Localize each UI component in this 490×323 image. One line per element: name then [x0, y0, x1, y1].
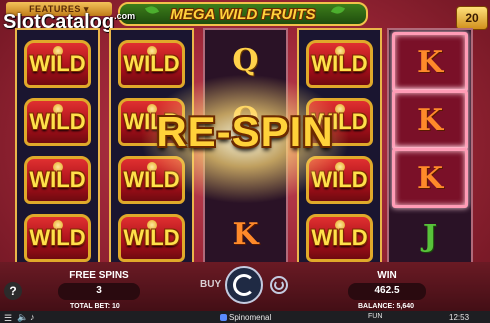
help-button[interactable]: ? [4, 282, 22, 300]
spin-button[interactable] [225, 266, 263, 304]
game-logo: MEGA WILD FRUITS [118, 2, 368, 26]
symbol-j: J [392, 208, 468, 264]
watermark-suffix: .com [114, 11, 136, 21]
clock: 12:53 [449, 313, 470, 322]
symbol-letter: K [232, 216, 259, 252]
balance: BALANCE: 5,640 [358, 303, 415, 310]
game-screen: FEATURES ▾ MEGA WILD FRUITS SlotCatalog.… [0, 0, 490, 323]
wild-label: WILD [29, 167, 86, 192]
respin-banner: RE-SPIN [156, 108, 334, 155]
provider-brand: Spinomenal [220, 313, 271, 322]
free-spins-counter: 3 [58, 283, 140, 300]
buy-button[interactable]: BUY [200, 279, 221, 290]
symbol-k: K [392, 150, 468, 206]
win-display: 462.5 [348, 283, 426, 300]
wild-label: WILD [123, 225, 180, 250]
free-spins-label: FREE SPINS [69, 270, 129, 281]
free-spins-value: 3 [96, 285, 102, 296]
wild-symbol: WILD [302, 210, 377, 266]
wild-label: WILD [311, 225, 368, 250]
win-value: 462.5 [374, 285, 400, 296]
autoplay-button[interactable] [270, 276, 288, 294]
menu-icon[interactable]: ☰ [4, 313, 12, 323]
symbol-letter: K [416, 160, 444, 196]
play-mode: FUN [368, 313, 383, 320]
provider-logo-icon [220, 314, 227, 321]
wild-symbol: WILD [20, 210, 95, 266]
lines-badge: 20 [456, 6, 488, 30]
symbol-k: K [392, 34, 468, 90]
spin-icon [233, 274, 255, 296]
wild-symbol: WILD [114, 210, 189, 266]
symbol-k: K [208, 206, 283, 262]
provider-name: Spinomenal [229, 313, 272, 322]
wild-symbol: WILD [20, 152, 95, 208]
wild-label: WILD [29, 51, 86, 76]
autoplay-icon [274, 280, 284, 290]
symbol-letter: J [422, 218, 438, 254]
total-bet: TOTAL BET: 10 [70, 303, 120, 310]
wild-label: WILD [29, 225, 86, 250]
symbol-letter: Q [232, 42, 259, 78]
wild-symbol: WILD [20, 36, 95, 92]
win-label: WIN [377, 270, 397, 281]
status-strip: ☰ 🔈 ♪ Spinomenal FUN 12:53 [0, 311, 490, 323]
sound-icon[interactable]: 🔈 [17, 312, 28, 323]
symbol-letter: K [416, 44, 444, 80]
music-icon[interactable]: ♪ [30, 312, 35, 322]
